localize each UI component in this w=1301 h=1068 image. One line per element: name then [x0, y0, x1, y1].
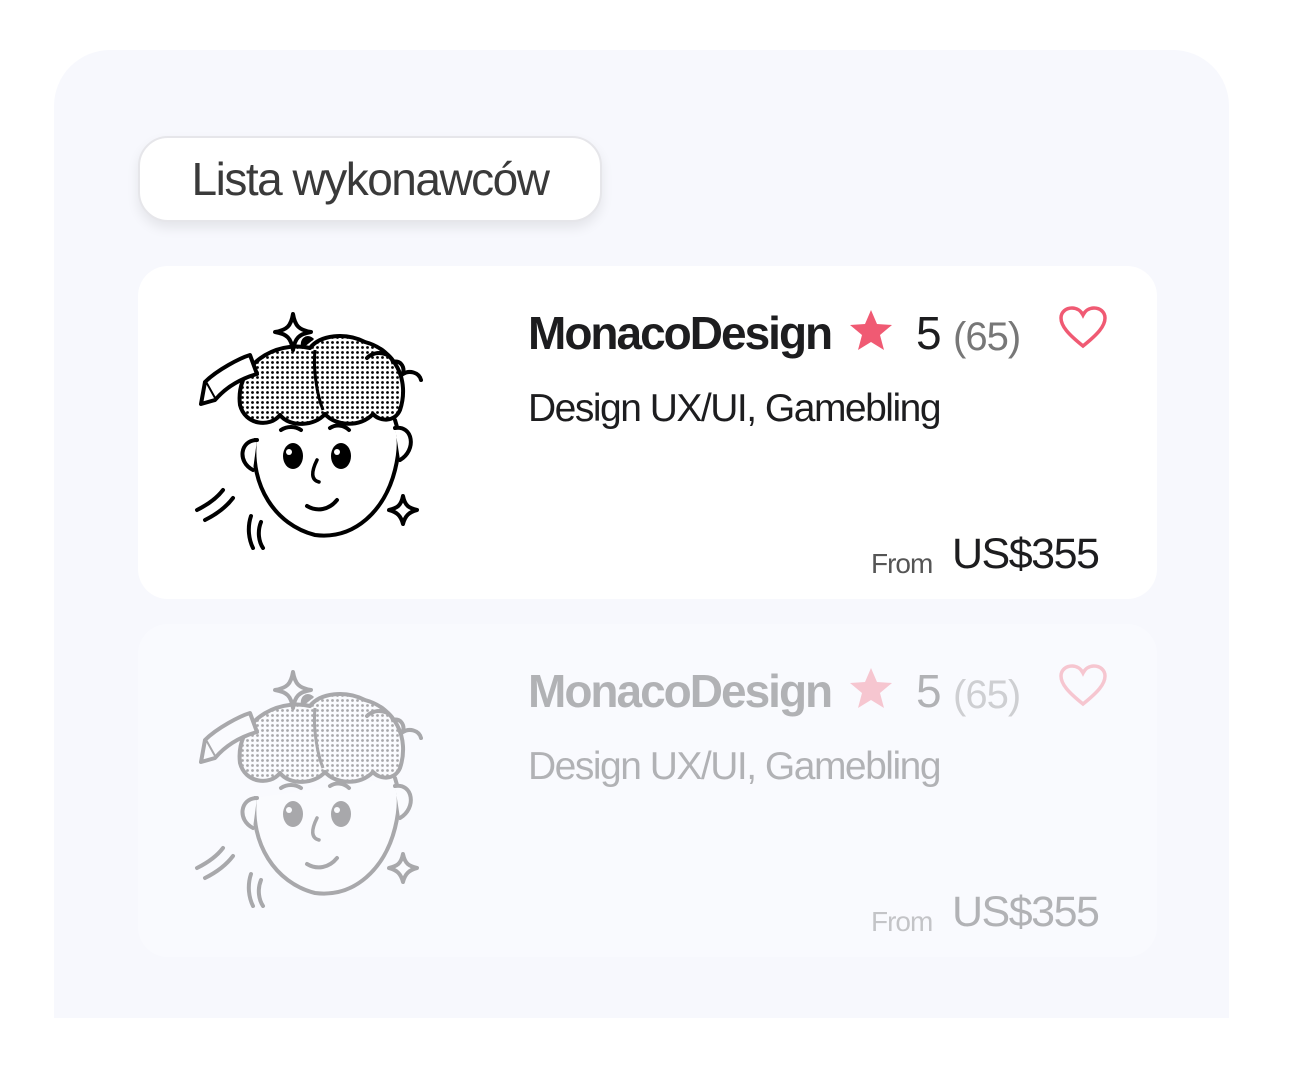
contractor-skills: Design UX/UI, Gamebling — [528, 387, 942, 430]
price-value: US$355 — [952, 530, 1100, 578]
rating-value: 5 — [916, 665, 942, 717]
contractor-name[interactable]: MonacoDesign — [528, 306, 833, 360]
contractor-name[interactable]: MonacoDesign — [528, 664, 833, 718]
star-icon — [850, 668, 892, 708]
star-icon — [850, 310, 892, 350]
section-title: Lista wykonawców — [191, 153, 550, 205]
review-count: (65) — [953, 315, 1021, 359]
rating-value: 5 — [916, 307, 942, 359]
heart-icon[interactable] — [1058, 306, 1108, 350]
avatar-illustration — [195, 670, 423, 908]
contractor-card[interactable]: MonacoDesign 5 (65) Design UX/UI, Gamebl… — [138, 624, 1157, 957]
contractor-skills: Design UX/UI, Gamebling — [528, 745, 942, 788]
section-title-pill: Lista wykonawców — [138, 136, 602, 222]
review-count: (65) — [953, 673, 1021, 717]
price-prefix: From — [871, 906, 933, 937]
avatar-illustration — [195, 312, 423, 550]
price-prefix: From — [871, 548, 933, 579]
contractor-card[interactable]: MonacoDesign 5 (65) Design UX/UI, Gamebl… — [138, 266, 1157, 599]
price-value: US$355 — [952, 888, 1100, 936]
heart-icon[interactable] — [1058, 664, 1108, 708]
